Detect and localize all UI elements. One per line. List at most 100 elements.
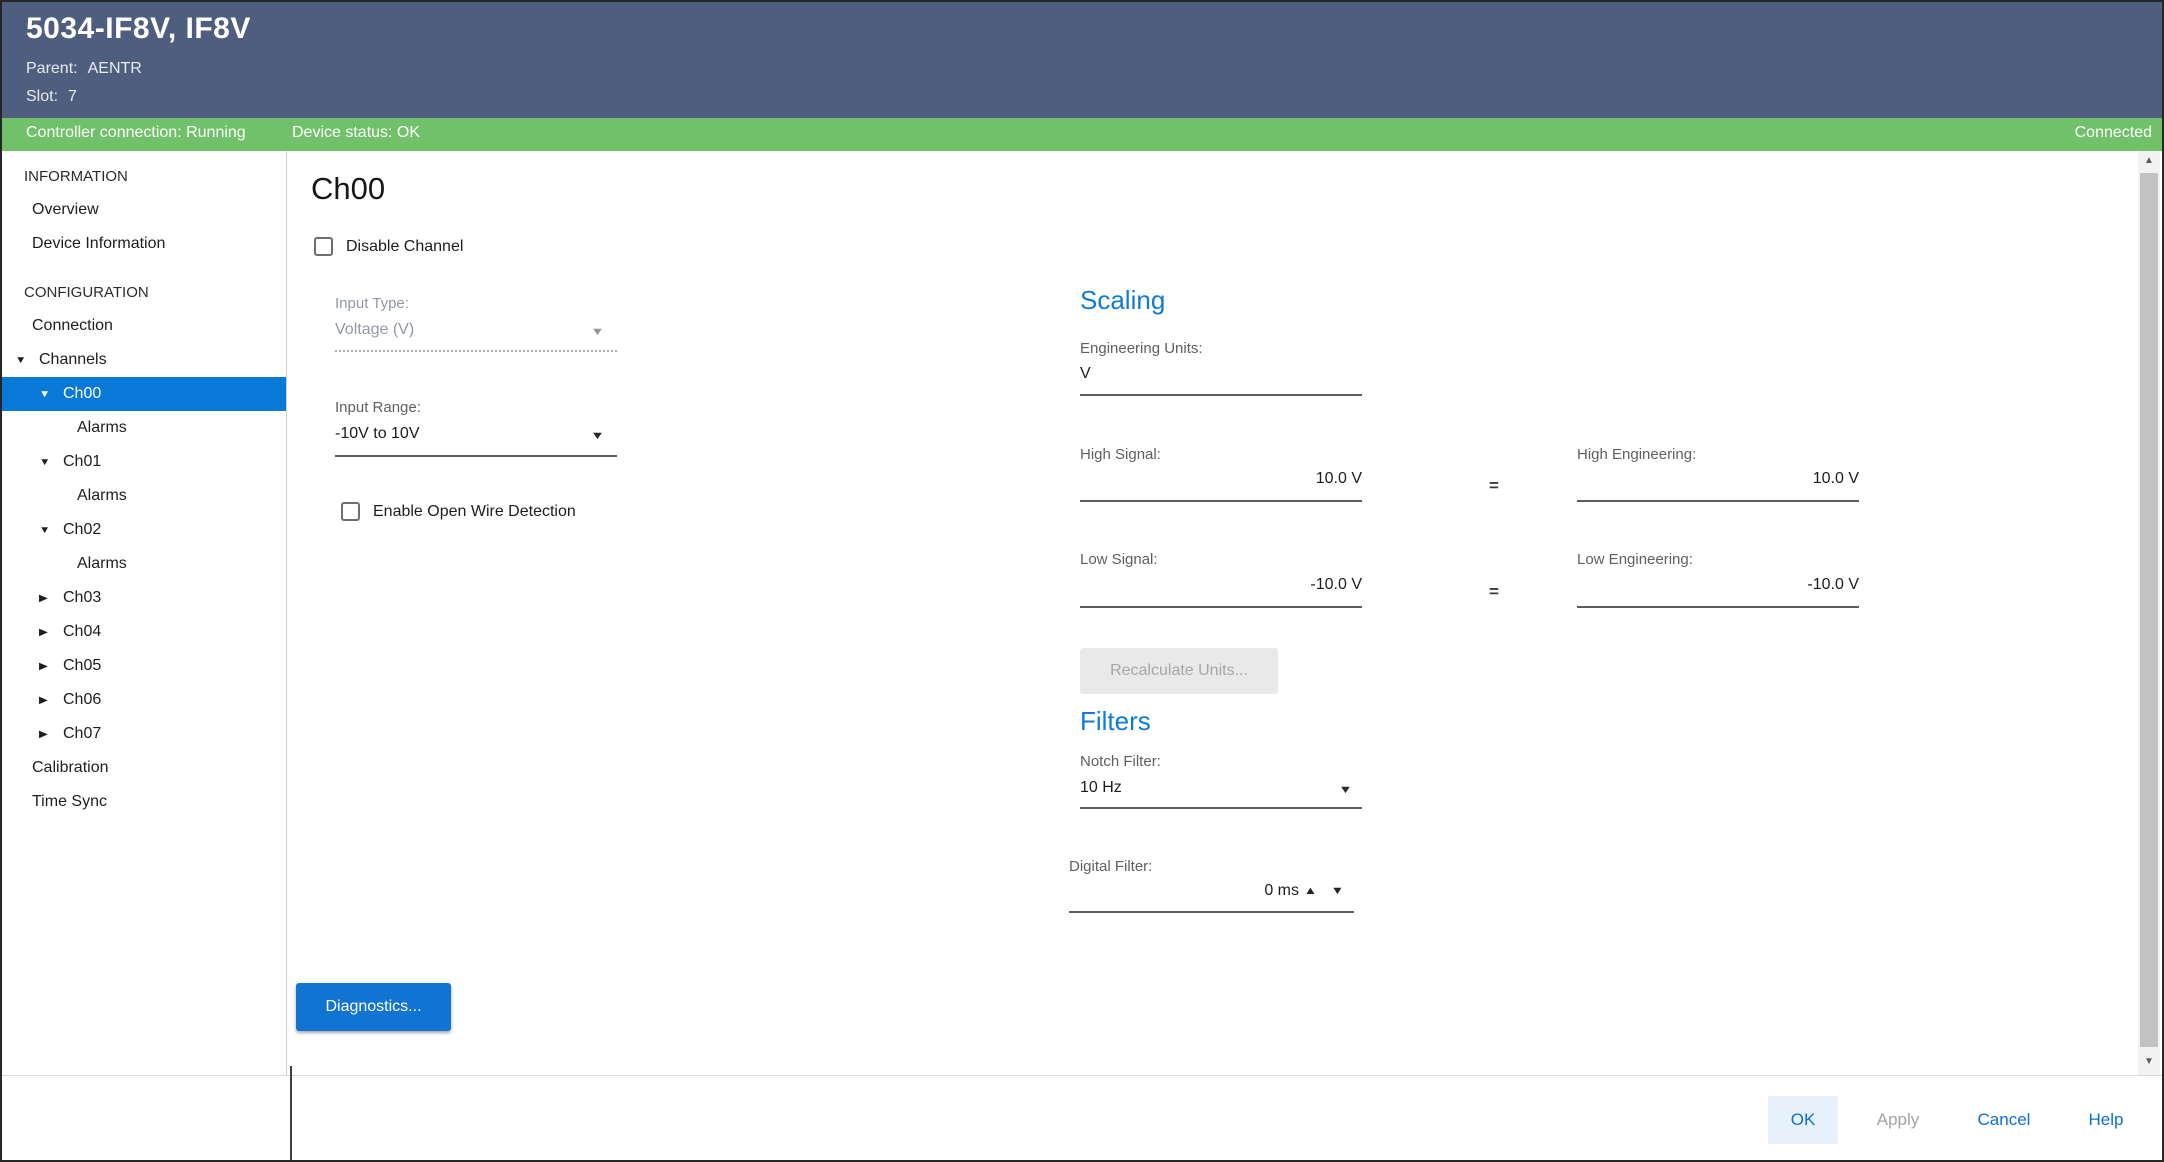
input-range-value[interactable]: -10V to 10V [335,425,420,443]
digital-filter-value[interactable]: 0 ms [1069,882,1299,900]
sidebar-item-label: Channels [39,351,107,369]
sidebar-item-label: Ch04 [63,623,101,641]
equals-sign: = [1489,582,1499,602]
sidebar-item-label: Connection [32,317,113,335]
sidebar-section-configuration: CONFIGURATION [2,275,286,309]
help-button[interactable]: Help [2064,1096,2148,1144]
high-signal-underline [1080,500,1362,502]
low-engineering-value[interactable]: -10.0 V [1577,576,1859,594]
scroll-up-icon[interactable]: ▲ [2138,155,2160,166]
parent-label: Parent: [26,60,78,77]
scrollbar-thumb[interactable] [2140,173,2158,1047]
apply-button: Apply [1856,1096,1940,1144]
sidebar-item-alarms[interactable]: Alarms [2,547,286,581]
input-type-value: Voltage (V) [335,321,414,339]
sidebar-item-ch01[interactable]: ▼ Ch01 [2,445,286,479]
sidebar-item-label: Ch00 [63,385,101,403]
scaling-heading: Scaling [1080,285,1165,316]
slot-label: Slot: [26,88,58,105]
dialog-footer: OK Apply Cancel Help [2,1075,2162,1162]
dialog-body: INFORMATION OverviewDevice Information CON… [2,151,2162,1075]
chevron-right-icon[interactable]: ▶ [39,661,55,672]
ok-button[interactable]: OK [1768,1096,1838,1144]
chevron-right-icon[interactable]: ▶ [39,593,55,604]
checkbox-icon[interactable] [341,502,360,521]
filters-heading: Filters [1080,706,1151,737]
input-range-underline [335,455,617,457]
sidebar-item-label: INFORMATION [24,168,128,185]
high-engineering-label: High Engineering: [1577,446,1696,463]
low-engineering-underline [1577,606,1859,608]
spinner-down-icon[interactable]: ▼ [1331,885,1345,897]
sidebar-item-ch03[interactable]: ▶ Ch03 [2,581,286,615]
sidebar-item-calibration[interactable]: Calibration [2,751,286,785]
sidebar-item-ch07[interactable]: ▶ Ch07 [2,717,286,751]
sidebar-item-ch02[interactable]: ▼ Ch02 [2,513,286,547]
sidebar-item-time-sync[interactable]: Time Sync [2,785,286,819]
input-type-underline [335,350,617,352]
recalculate-units-button: Recalculate Units... [1080,648,1278,694]
chevron-down-icon[interactable]: ▼ [39,525,55,536]
sidebar-item-alarms[interactable]: Alarms [2,479,286,513]
high-signal-label: High Signal: [1080,446,1161,463]
equals-sign: = [1489,476,1499,496]
chevron-down-icon[interactable]: ▼ [590,430,605,442]
sidebar-item-ch05[interactable]: ▶Ch05 [2,649,286,683]
chevron-down-icon[interactable]: ▼ [1338,784,1353,796]
chevron-down-icon[interactable]: ▼ [39,457,55,468]
input-type-label: Input Type: [335,295,409,312]
spinner-up-icon[interactable]: ▲ [1304,885,1318,897]
sidebar-item-alarms[interactable]: Alarms [2,411,286,445]
open-wire-checkbox-row[interactable]: Enable Open Wire Detection [341,502,576,521]
low-signal-underline [1080,606,1362,608]
sidebar-section-information: INFORMATION [2,159,286,193]
page-title: 5034-IF8V, IF8V [26,12,251,46]
notch-filter-underline [1080,807,1362,809]
chevron-right-icon[interactable]: ▶ [39,627,55,638]
digital-filter-label: Digital Filter: [1069,858,1152,875]
low-signal-value[interactable]: -10.0 V [1080,576,1362,594]
disable-channel-checkbox-row[interactable]: Disable Channel [314,237,463,256]
chevron-down-icon[interactable]: ▼ [15,355,31,366]
sidebar-item-ch06[interactable]: ▶Ch06 [2,683,286,717]
window-header: 5034-IF8V, IF8V Parent:AENTR Slot:7 [2,2,2162,118]
engineering-units-label: Engineering Units: [1080,340,1203,357]
connection-state: Connected [2075,124,2152,142]
sidebar-splitter[interactable] [290,1066,292,1162]
low-signal-label: Low Signal: [1080,551,1158,568]
sidebar-item-label: Alarms [77,487,127,505]
notch-filter-label: Notch Filter: [1080,753,1161,770]
status-bar: Controller connection: Running Device st… [2,118,2162,151]
sidebar-item-label: Ch07 [63,725,101,743]
sidebar-item-connection[interactable]: Connection [2,309,286,343]
sidebar-item-label: Alarms [77,555,127,573]
checkbox-icon[interactable] [314,237,333,256]
sidebar-item-ch00[interactable]: ▼ Ch00 [2,377,286,411]
parent-info: Parent:AENTR [26,60,142,78]
device-status: Device status: OK [292,124,420,142]
sidebar-item-label: Time Sync [32,793,107,811]
vertical-scrollbar[interactable]: ▲ ▼ [2138,151,2160,1075]
high-engineering-value[interactable]: 10.0 V [1577,470,1859,488]
high-signal-value[interactable]: 10.0 V [1080,470,1362,488]
cancel-button[interactable]: Cancel [1956,1096,2052,1144]
sidebar-item-ch04[interactable]: ▶ Ch04 [2,615,286,649]
sidebar-item-channels[interactable]: ▼ Channels [2,343,286,377]
high-engineering-underline [1577,500,1859,502]
notch-filter-value[interactable]: 10 Hz [1080,779,1122,797]
chevron-right-icon[interactable]: ▶ [39,729,55,740]
engineering-units-underline [1080,394,1362,396]
chevron-down-icon: ▼ [590,326,605,338]
controller-connection-status: Controller connection: Running [26,124,246,142]
chevron-down-icon[interactable]: ▼ [39,389,55,400]
scroll-down-icon[interactable]: ▼ [2138,1056,2160,1067]
diagnostics-button[interactable]: Diagnostics... [296,983,451,1031]
sidebar-item-label: Ch01 [63,453,101,471]
sidebar-item-label: CONFIGURATION [24,284,149,301]
sidebar-item-device-information[interactable]: Device Information [2,227,286,261]
sidebar-item-label: Ch02 [63,521,101,539]
chevron-right-icon[interactable]: ▶ [39,695,55,706]
sidebar-item-overview[interactable]: Overview [2,193,286,227]
engineering-units-value[interactable]: V [1080,365,1091,383]
sidebar-item-label: Ch03 [63,589,101,607]
